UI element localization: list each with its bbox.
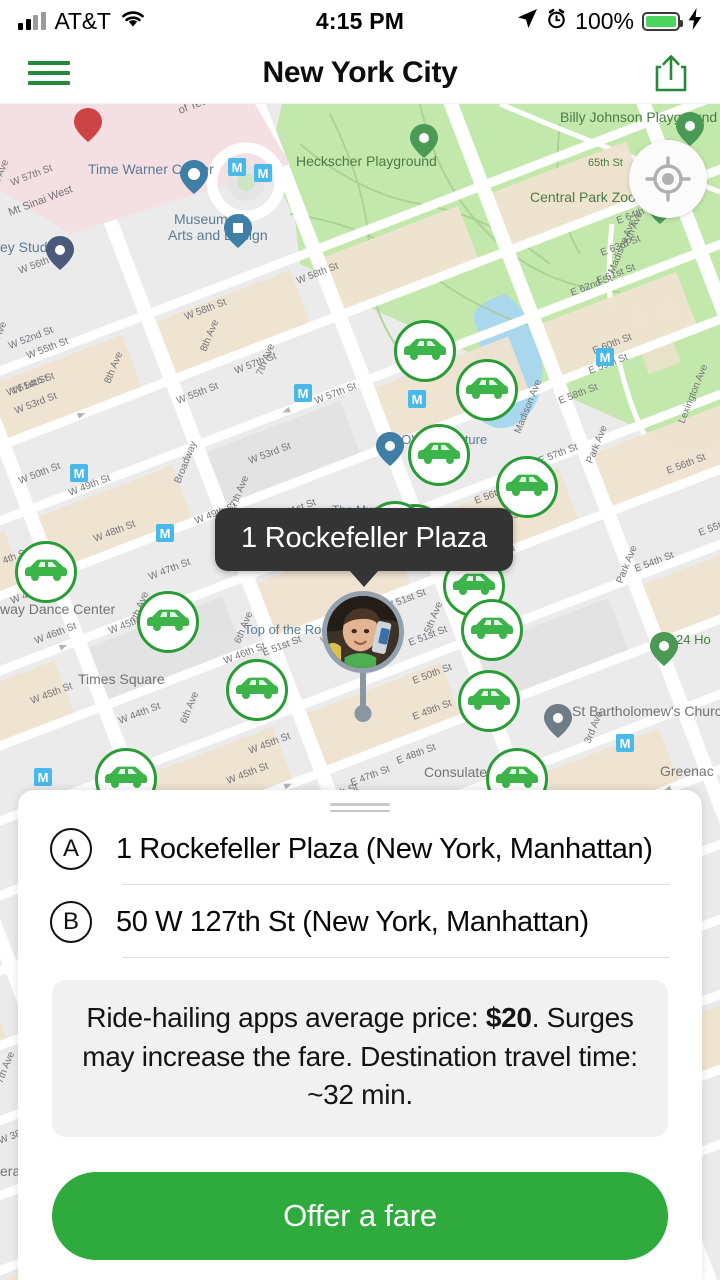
- carrier-label: AT&T: [54, 7, 111, 34]
- svg-text:M: M: [74, 466, 85, 481]
- svg-text:St Bartholomew's Church: St Bartholomew's Church: [572, 703, 720, 719]
- app-screen: AT&T 4:15 PM 100% New York City Mt Sinai…: [0, 0, 720, 1280]
- price-info-text: Ride-hailing apps average price: $20. Su…: [74, 999, 646, 1115]
- svg-text:65th St: 65th St: [588, 157, 623, 169]
- car-icon[interactable]: [458, 670, 520, 732]
- svg-text:M: M: [38, 770, 49, 785]
- charging-bolt-icon: [688, 7, 702, 35]
- price-info-box: Ride-hailing apps average price: $20. Su…: [52, 980, 668, 1137]
- origin-row[interactable]: A 1 Rockefeller Plaza (New York, Manhatt…: [36, 812, 684, 884]
- battery-percent-label: 100%: [575, 7, 634, 34]
- status-bar: AT&T 4:15 PM 100%: [0, 0, 720, 42]
- battery-icon: [642, 11, 683, 31]
- car-icon[interactable]: [461, 599, 523, 661]
- location-callout[interactable]: 1 Rockefeller Plaza: [215, 508, 514, 571]
- page-title: New York City: [262, 55, 458, 89]
- avatar[interactable]: [322, 591, 404, 673]
- crosshair-target-icon: [645, 156, 691, 202]
- pin-anchor-dot: [354, 705, 372, 722]
- price-value: $20: [485, 1002, 532, 1033]
- svg-text:M: M: [232, 160, 243, 175]
- svg-text:M: M: [160, 526, 171, 541]
- wifi-icon: [120, 9, 146, 34]
- car-icon[interactable]: [15, 541, 77, 603]
- drag-handle[interactable]: [330, 803, 390, 812]
- car-icon[interactable]: [137, 591, 199, 653]
- car-icon[interactable]: [394, 320, 456, 382]
- svg-text:Times Square: Times Square: [78, 671, 165, 687]
- callout-label: 1 Rockefeller Plaza: [241, 522, 488, 554]
- bottom-sheet: A 1 Rockefeller Plaza (New York, Manhatt…: [18, 790, 702, 1280]
- recenter-location-button[interactable]: [629, 140, 707, 218]
- destination-address: 50 W 127th St (New York, Manhattan): [116, 905, 589, 938]
- svg-text:M: M: [412, 392, 423, 407]
- nav-bar: New York City: [0, 42, 720, 104]
- hamburger-menu-icon[interactable]: [28, 58, 70, 88]
- user-avatar-pin[interactable]: [322, 591, 404, 722]
- svg-text:way Dance Center: way Dance Center: [0, 601, 116, 617]
- destination-badge: B: [50, 901, 92, 943]
- share-icon[interactable]: [650, 52, 692, 94]
- svg-text:M: M: [258, 166, 269, 181]
- destination-row[interactable]: B 50 W 127th St (New York, Manhattan): [36, 885, 684, 957]
- divider: [122, 957, 670, 958]
- svg-text:Greenac: Greenac: [660, 763, 714, 779]
- svg-text:Heckscher Playground: Heckscher Playground: [296, 153, 437, 169]
- alarm-clock-icon: [546, 8, 567, 34]
- offer-a-fare-button[interactable]: Offer a fare: [52, 1171, 668, 1260]
- svg-text:M: M: [600, 350, 611, 365]
- status-bar-left: AT&T: [18, 8, 146, 35]
- car-icon[interactable]: [456, 359, 518, 421]
- car-icon[interactable]: [226, 659, 288, 721]
- svg-text:Central Park Zoo: Central Park Zoo: [530, 189, 636, 205]
- origin-address: 1 Rockefeller Plaza (New York, Manhattan…: [116, 832, 653, 865]
- svg-text:M: M: [620, 736, 631, 751]
- status-bar-right: 100%: [517, 7, 702, 35]
- car-icon[interactable]: [408, 424, 470, 486]
- location-arrow-icon: [517, 8, 538, 34]
- svg-text:M: M: [298, 386, 309, 401]
- origin-badge: A: [50, 828, 92, 870]
- svg-text:Arts and Design: Arts and Design: [168, 227, 268, 243]
- price-info-prefix: Ride-hailing apps average price:: [86, 1002, 486, 1033]
- clock-label: 4:15 PM: [315, 7, 405, 34]
- signal-bars-icon: [18, 12, 46, 30]
- svg-text:24 Ho: 24 Ho: [676, 632, 711, 647]
